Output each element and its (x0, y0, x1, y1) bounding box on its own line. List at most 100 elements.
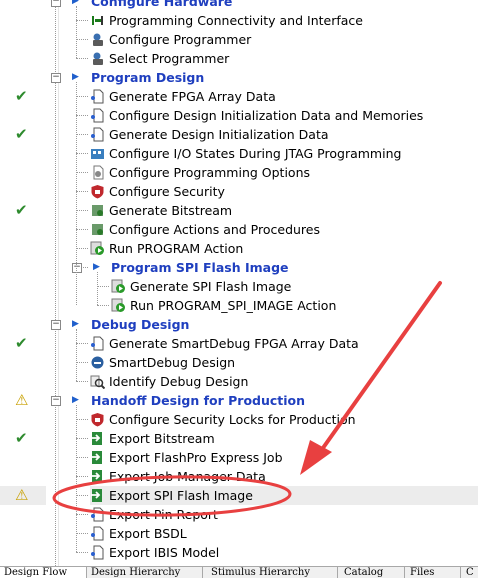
status-cell (0, 0, 46, 11)
collapse-toggle[interactable]: − (72, 263, 82, 273)
tree-item-label: Configure Programmer (109, 32, 252, 47)
section-header[interactable]: Program Design (91, 68, 204, 87)
tree-item[interactable]: Generate Bitstream (90, 201, 478, 220)
tree-item-label: Configure Programming Options (109, 165, 311, 180)
check-icon: ✔ (15, 201, 28, 219)
status-cell: ✔ (0, 334, 46, 353)
tree-item-label: Export IBIS Model (109, 545, 220, 560)
tab-design-flow[interactable]: Design Flow (0, 567, 87, 578)
tree-item-label: Select Programmer (109, 51, 230, 66)
check-icon: ✔ (15, 334, 28, 352)
tree-connector (76, 172, 88, 173)
tree-item[interactable]: Configure Security (90, 182, 478, 201)
tree-connector (76, 343, 88, 344)
tree-item[interactable]: Configure I/O States During JTAG Program… (90, 144, 478, 163)
status-cell (0, 258, 46, 277)
tree-item-label: Generate SPI Flash Image (130, 279, 292, 294)
tab-bar: Design Flow Design Hierarchy Stimulus Hi… (0, 566, 478, 578)
tree-item-label: Run PROGRAM Action (109, 241, 244, 256)
tree-connector (76, 134, 88, 135)
status-cell (0, 448, 46, 467)
tree-connector (76, 115, 88, 116)
tree-item[interactable]: Configure Security Locks for Production (90, 410, 478, 429)
check-icon: ✔ (15, 429, 28, 447)
section-header[interactable]: Handoff Design for Production (91, 391, 305, 410)
status-cell: ⚠ (0, 391, 46, 410)
tree-item-label: Export BSDL (109, 526, 187, 541)
tree-connector (76, 419, 88, 420)
tree-item-label: Configure Design Initialization Data and… (109, 108, 424, 123)
status-cell (0, 163, 46, 182)
tree-item[interactable]: Generate SPI Flash Image (111, 277, 478, 296)
tab-overflow[interactable]: C (462, 567, 478, 578)
tree-item-label: Export SPI Flash Image (109, 488, 253, 503)
tree-item[interactable]: Run PROGRAM Action (90, 239, 478, 258)
tree-item[interactable]: Select Programmer (90, 49, 478, 68)
tree-item[interactable]: Configure Design Initialization Data and… (90, 106, 478, 125)
tree-item[interactable]: Export BSDL (90, 524, 478, 543)
tree-item[interactable]: Export Job Manager Data (90, 467, 478, 486)
tree-connector (76, 153, 88, 154)
collapse-toggle[interactable]: − (51, 0, 61, 7)
status-cell (0, 524, 46, 543)
tree-connector (76, 476, 88, 477)
tab-files[interactable]: Files (406, 567, 461, 578)
tree-item-label: Generate FPGA Array Data (109, 89, 276, 104)
tree-item[interactable]: SmartDebug Design (90, 353, 478, 372)
tree-connector (76, 58, 88, 59)
status-cell (0, 353, 46, 372)
tree-item[interactable]: Programming Connectivity and Interface (90, 11, 478, 30)
tree-item[interactable]: Export FlashPro Express Job (90, 448, 478, 467)
tree-connector (76, 533, 88, 534)
status-cell (0, 467, 46, 486)
tree-item[interactable]: Generate FPGA Array Data (90, 87, 478, 106)
status-cell (0, 543, 46, 562)
tree-connector (76, 514, 88, 515)
tree-item[interactable]: Configure Actions and Procedures (90, 220, 478, 239)
tree-item[interactable]: Identify Debug Design (90, 372, 478, 391)
collapse-toggle[interactable]: − (51, 73, 61, 83)
tree-item[interactable]: Export Pin Report (90, 505, 478, 524)
tree-item-label: Export FlashPro Express Job (109, 450, 283, 465)
tree-item-label: Export Pin Report (109, 507, 218, 522)
subsection-header[interactable]: Program SPI Flash Image (111, 258, 289, 277)
tree-connector (76, 191, 88, 192)
status-cell (0, 11, 46, 30)
warning-icon: ⚠ (15, 391, 29, 409)
tree-item[interactable]: Generate SmartDebug FPGA Array Data (90, 334, 478, 353)
status-cell (0, 239, 46, 258)
tree-item[interactable]: Export Bitstream (90, 429, 478, 448)
tree-item-label: Generate SmartDebug FPGA Array Data (109, 336, 359, 351)
tree-connector (76, 20, 88, 21)
tree-connector (76, 381, 88, 382)
tree-connector (76, 405, 77, 552)
status-cell (0, 182, 46, 201)
collapse-toggle[interactable]: − (51, 320, 61, 330)
tree-item-label: SmartDebug Design (109, 355, 236, 370)
tree-item[interactable]: Export SPI Flash Image (90, 486, 478, 505)
tab-catalog[interactable]: Catalog (340, 567, 405, 578)
tree-connector (76, 495, 88, 496)
tree-connector (76, 96, 88, 97)
tree-item[interactable]: Configure Programmer (90, 30, 478, 49)
tree-item[interactable]: Configure Programming Options (90, 163, 478, 182)
status-gutter (46, 0, 59, 566)
status-cell (0, 49, 46, 68)
tree-item-label: Programming Connectivity and Interface (109, 13, 363, 28)
tree-item[interactable]: Generate Design Initialization Data (90, 125, 478, 144)
tab-stimulus-hierarchy[interactable]: Stimulus Hierarchy (207, 567, 338, 578)
status-cell (0, 144, 46, 163)
status-cell: ⚠ (0, 486, 46, 505)
tree-item-label: Configure I/O States During JTAG Program… (109, 146, 402, 161)
status-cell (0, 505, 46, 524)
tree-item[interactable]: Export IBIS Model (90, 543, 478, 562)
section-header[interactable]: Debug Design (91, 315, 189, 334)
tree-item-label: Run PROGRAM_SPI_IMAGE Action (130, 298, 337, 313)
status-cell: ✔ (0, 87, 46, 106)
warning-icon: ⚠ (15, 486, 29, 504)
tree-connector (76, 6, 77, 58)
tree-item[interactable]: Run PROGRAM_SPI_IMAGE Action (111, 296, 478, 315)
collapse-toggle[interactable]: − (51, 396, 61, 406)
section-header[interactable]: Configure Hardware (91, 0, 232, 11)
tab-design-hierarchy[interactable]: Design Hierarchy (87, 567, 203, 578)
